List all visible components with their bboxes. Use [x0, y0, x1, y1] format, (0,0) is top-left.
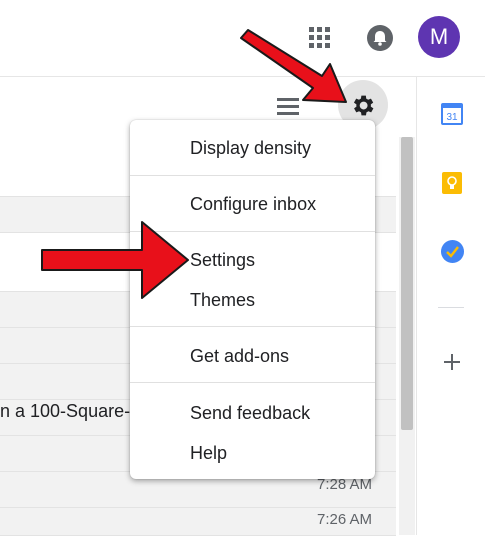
menu-item-get-add-ons[interactable]: Get add-ons	[190, 346, 289, 367]
gear-icon[interactable]	[349, 92, 376, 119]
top-header	[0, 0, 485, 77]
keep-icon[interactable]	[442, 172, 462, 194]
menu-item-settings[interactable]: Settings	[190, 250, 255, 271]
scrollbar-thumb[interactable]	[401, 137, 413, 430]
menu-item-themes[interactable]: Themes	[190, 290, 255, 311]
side-panel-divider	[438, 307, 464, 308]
calendar-day: 31	[446, 112, 458, 123]
tasks-icon[interactable]	[441, 240, 464, 263]
menu-item-configure-inbox[interactable]: Configure inbox	[190, 194, 316, 215]
menu-item-display-density[interactable]: Display density	[190, 138, 311, 159]
menu-divider	[130, 231, 375, 232]
avatar[interactable]: M	[418, 16, 460, 58]
email-time: 7:26 AM	[317, 511, 373, 528]
menu-divider	[130, 326, 375, 327]
side-panel	[416, 77, 485, 535]
bell-icon[interactable]	[367, 25, 393, 51]
apps-grid-icon[interactable]	[309, 27, 331, 49]
add-icon[interactable]	[440, 350, 464, 374]
calendar-icon[interactable]: 31	[441, 101, 463, 125]
email-subject: n a 100-Square-F	[0, 401, 142, 421]
menu-divider	[130, 382, 375, 383]
settings-menu: Display density Configure inbox Settings…	[130, 120, 375, 479]
display-density-icon[interactable]	[277, 98, 299, 116]
menu-divider	[130, 175, 375, 176]
menu-item-send-feedback[interactable]: Send feedback	[190, 403, 310, 424]
menu-item-help[interactable]: Help	[190, 443, 227, 464]
